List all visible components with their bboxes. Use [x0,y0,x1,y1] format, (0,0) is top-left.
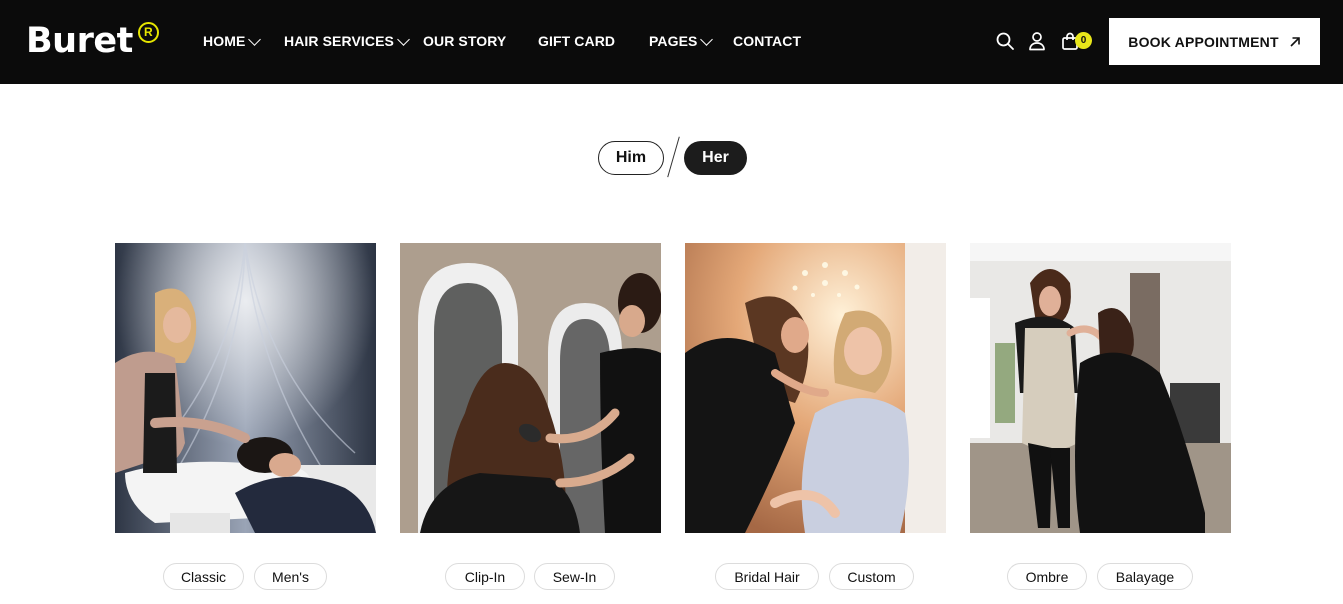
brand-name: Buret [26,21,133,61]
tag-balayage[interactable]: Balayage [1097,563,1193,590]
nav-label: OUR STORY [423,33,507,49]
nav-item-hair-services[interactable]: HAIR SERVICES [284,30,410,52]
nav-item-gift-card[interactable]: GIFT CARD [538,30,615,52]
brand-logo[interactable]: Buret R [26,19,159,63]
nav-item-contact[interactable]: CONTACT [733,30,801,52]
tab-her[interactable]: Her [684,141,747,175]
search-icon[interactable] [995,31,1015,51]
nav-item-our-story[interactable]: OUR STORY [423,30,506,52]
tag-sew-in[interactable]: Sew-In [534,563,615,590]
nav-label: CONTACT [733,33,802,49]
nav-label: PAGES [649,33,698,49]
nav-item-pages[interactable]: PAGES [649,30,714,52]
tab-divider [667,136,681,178]
registered-mark: R [137,22,159,43]
nav-label: HAIR SERVICES [284,33,394,49]
nav-label: GIFT CARD [538,33,616,49]
arrow-up-right-icon [1290,36,1300,47]
nav-item-home[interactable]: HOME [203,30,262,52]
tag-classic[interactable]: Classic [163,563,244,590]
chevron-down-icon [700,33,714,46]
cart-count-badge: 0 [1075,32,1092,49]
user-icon[interactable] [1027,31,1047,51]
hair-extension-photo[interactable] [400,243,661,533]
book-appointment-label: BOOK APPOINTMENT [1128,33,1279,50]
hair-curling-photo[interactable] [970,243,1231,533]
nav-label: HOME [203,33,246,49]
tab-him[interactable]: Him [598,141,664,175]
book-appointment-button[interactable]: BOOK APPOINTMENT [1109,18,1320,65]
tag-mens[interactable]: Men's [254,563,327,590]
hair-wash-photo[interactable] [115,243,376,533]
chevron-down-icon [248,33,262,46]
tag-bridal-hair[interactable]: Bridal Hair [715,563,819,590]
site-header: Buret R HOME HAIR SERVICES OUR STORY GIF… [0,0,1343,84]
tag-ombre[interactable]: Ombre [1007,563,1087,590]
tag-custom[interactable]: Custom [829,563,914,590]
bridal-makeup-photo[interactable] [685,243,946,533]
chevron-down-icon [397,33,410,46]
tag-clip-in[interactable]: Clip-In [445,563,525,590]
